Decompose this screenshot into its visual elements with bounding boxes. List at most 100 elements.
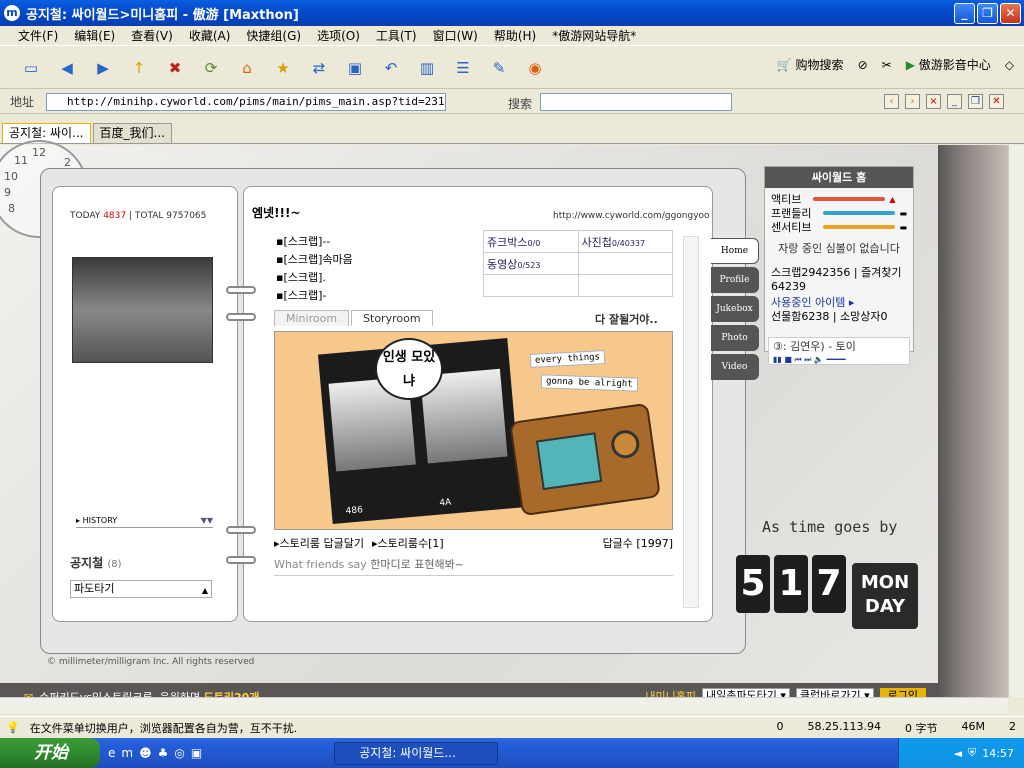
rss-icon[interactable]: ◉ [522, 55, 548, 81]
list-item[interactable]: ▪[스크랩]-- [276, 233, 353, 251]
tab-jukebox[interactable]: Jukebox [711, 296, 759, 322]
screen-icon[interactable]: ▣ [342, 55, 368, 81]
today-count: 4837 [103, 211, 127, 221]
camera-lens-icon [609, 428, 642, 461]
menu-site-nav[interactable]: *傲游网站导航* [552, 27, 636, 44]
tab-photo[interactable]: Photo [711, 325, 759, 351]
menu-view[interactable]: 查看(V) [131, 27, 173, 44]
next-page-icon[interactable]: › [905, 94, 920, 109]
dotori-select[interactable]: 파도타기 ▲ [70, 580, 212, 598]
story-label: every things [529, 350, 606, 368]
new-icon[interactable]: ▭ [18, 55, 44, 81]
sensitive-bar-row: 센서티브 ▬ [765, 220, 913, 234]
favorites-icon[interactable]: ★ [270, 55, 296, 81]
binder-ring [226, 526, 256, 534]
menu-help[interactable]: 帮助(H) [494, 27, 536, 44]
restore-button[interactable]: ❐ [977, 3, 998, 24]
stat-jukebox[interactable]: 쥬크박스0/0 [483, 230, 579, 253]
translate-icon[interactable]: ⇄ [306, 55, 332, 81]
stat-label: 동영상 [487, 257, 518, 271]
cyworld-home-link[interactable]: 싸이월드 홈 [765, 167, 913, 188]
window-title: 공지철: 싸이월드>미니홈피 - 傲游 [Maxthon] [26, 7, 299, 23]
minimize-button[interactable]: _ [954, 3, 975, 24]
dropdown-icon: ▲ [201, 586, 208, 595]
menu-tools[interactable]: 工具(T) [376, 27, 417, 44]
menu-groups[interactable]: 快捷组(G) [246, 27, 301, 44]
tip-icon: 💡 [6, 721, 20, 734]
menu-favorites[interactable]: 收藏(A) [189, 27, 231, 44]
home-icon[interactable]: ⌂ [234, 55, 260, 81]
restore-tab-icon[interactable]: ❐ [968, 94, 983, 109]
tab-miniroom[interactable]: Miniroom [274, 310, 350, 326]
story-edit-label: 스토리룸수[1] [377, 537, 444, 550]
scrap-label: [스크랩]-- [283, 235, 331, 248]
menu-file[interactable]: 文件(F) [18, 27, 58, 44]
profile-photo[interactable] [72, 257, 213, 363]
shield-icon[interactable]: ⛨ [968, 746, 976, 760]
stop-icon[interactable]: ✖ [162, 55, 188, 81]
media-center-button[interactable]: ▶ 傲游影音中心 [906, 56, 991, 73]
inner-scrollbar[interactable] [683, 236, 699, 608]
forward-icon[interactable]: ▶ [90, 55, 116, 81]
clock-number: 10 [4, 170, 18, 183]
qq-icon[interactable]: ☻ [139, 746, 152, 760]
active-bar-row: 액티브 ▲ [765, 192, 913, 206]
edit-icon[interactable]: ✎ [486, 55, 512, 81]
items-link[interactable]: 사용중인 아이템 ▸ [765, 294, 913, 310]
columns-icon[interactable]: ▥ [414, 55, 440, 81]
tab-video[interactable]: Video [711, 354, 759, 380]
popup-count: 0 [776, 720, 784, 733]
tab-home[interactable]: Home [711, 238, 759, 264]
address-input[interactable]: http://minihp.cyworld.com/pims/main/pims… [46, 93, 446, 111]
tab-baidu[interactable]: 百度_我们... [92, 123, 172, 143]
start-button[interactable]: 开始 [0, 738, 100, 768]
undo-icon[interactable]: ↶ [378, 55, 404, 81]
app-icon[interactable]: ▣ [191, 746, 202, 760]
media-icon[interactable]: ◎ [174, 746, 184, 760]
menu-edit[interactable]: 编辑(E) [74, 27, 115, 44]
speech-bubble: 인생 모있냐 [375, 338, 443, 400]
refresh-icon[interactable]: ⟳ [198, 55, 224, 81]
back-icon[interactable]: ◀ [54, 55, 80, 81]
friends-say[interactable]: What friends say 한마디로 표현해봐~ [274, 556, 673, 576]
horizontal-scrollbar[interactable] [0, 697, 1008, 713]
stat-value: 0/0 [527, 238, 541, 248]
shopping-search-button[interactable]: 🛒 购物搜索 [777, 56, 844, 73]
tray-icon[interactable]: ◄ [954, 747, 962, 760]
tab-profile[interactable]: Profile [711, 267, 759, 293]
owner-count: (8) [107, 559, 122, 570]
close-button[interactable]: ✕ [1000, 3, 1021, 24]
maxthon-icon[interactable]: m [121, 746, 133, 760]
reply-count: 답글수 [1997] [602, 537, 673, 550]
player-controls[interactable]: ▮▮ ■ ⏮ ⏭ 🔈 ━━━━ [773, 355, 909, 365]
story-reply-link[interactable]: ▸스토리룸 답글달기 [274, 535, 364, 551]
menu-options[interactable]: 选项(O) [317, 27, 360, 44]
close-tab-icon[interactable]: × [926, 94, 941, 109]
fav-label: 즐겨찾기 [861, 266, 902, 279]
diamond-icon[interactable]: ◇ [1005, 58, 1014, 72]
stat-video[interactable]: 동영상0/523 [483, 252, 579, 275]
list-item[interactable]: ▪[스크랩]. [276, 269, 353, 287]
prev-page-icon[interactable]: ‹ [884, 94, 899, 109]
search-input[interactable] [540, 93, 732, 111]
list-icon[interactable]: ☰ [450, 55, 476, 81]
tab-storyroom[interactable]: Storyroom [351, 310, 433, 326]
history-toggle[interactable]: ▸ HISTORY ▼▼ [76, 516, 213, 528]
list-item[interactable]: ▪[스크랩]속마음 [276, 251, 353, 269]
story-edit-link[interactable]: ▸스토리룸수[1] [372, 535, 444, 551]
menu-window[interactable]: 窗口(W) [433, 27, 478, 44]
clock-number: 9 [4, 186, 11, 199]
homepage-url[interactable]: http://www.cyworld.com/ggongyoo [553, 211, 710, 221]
taskbar-window-item[interactable]: 공지철: 싸이월드... [334, 741, 499, 765]
tools-icon[interactable]: ✂ [882, 58, 892, 72]
list-item[interactable]: ▪[스크랩]- [276, 287, 353, 305]
up-icon[interactable]: ↑ [126, 55, 152, 81]
compass-icon[interactable]: ⊘ [858, 58, 868, 72]
ie-icon[interactable]: e [108, 746, 115, 760]
vertical-scrollbar[interactable] [1008, 145, 1024, 697]
stat-photo[interactable]: 사진첩0/40337 [577, 230, 673, 253]
close-all-icon[interactable]: ✕ [989, 94, 1004, 109]
msn-icon[interactable]: ♣ [158, 746, 169, 760]
minimize-tab-icon[interactable]: _ [947, 94, 962, 109]
side-photo-strip [938, 145, 1008, 697]
